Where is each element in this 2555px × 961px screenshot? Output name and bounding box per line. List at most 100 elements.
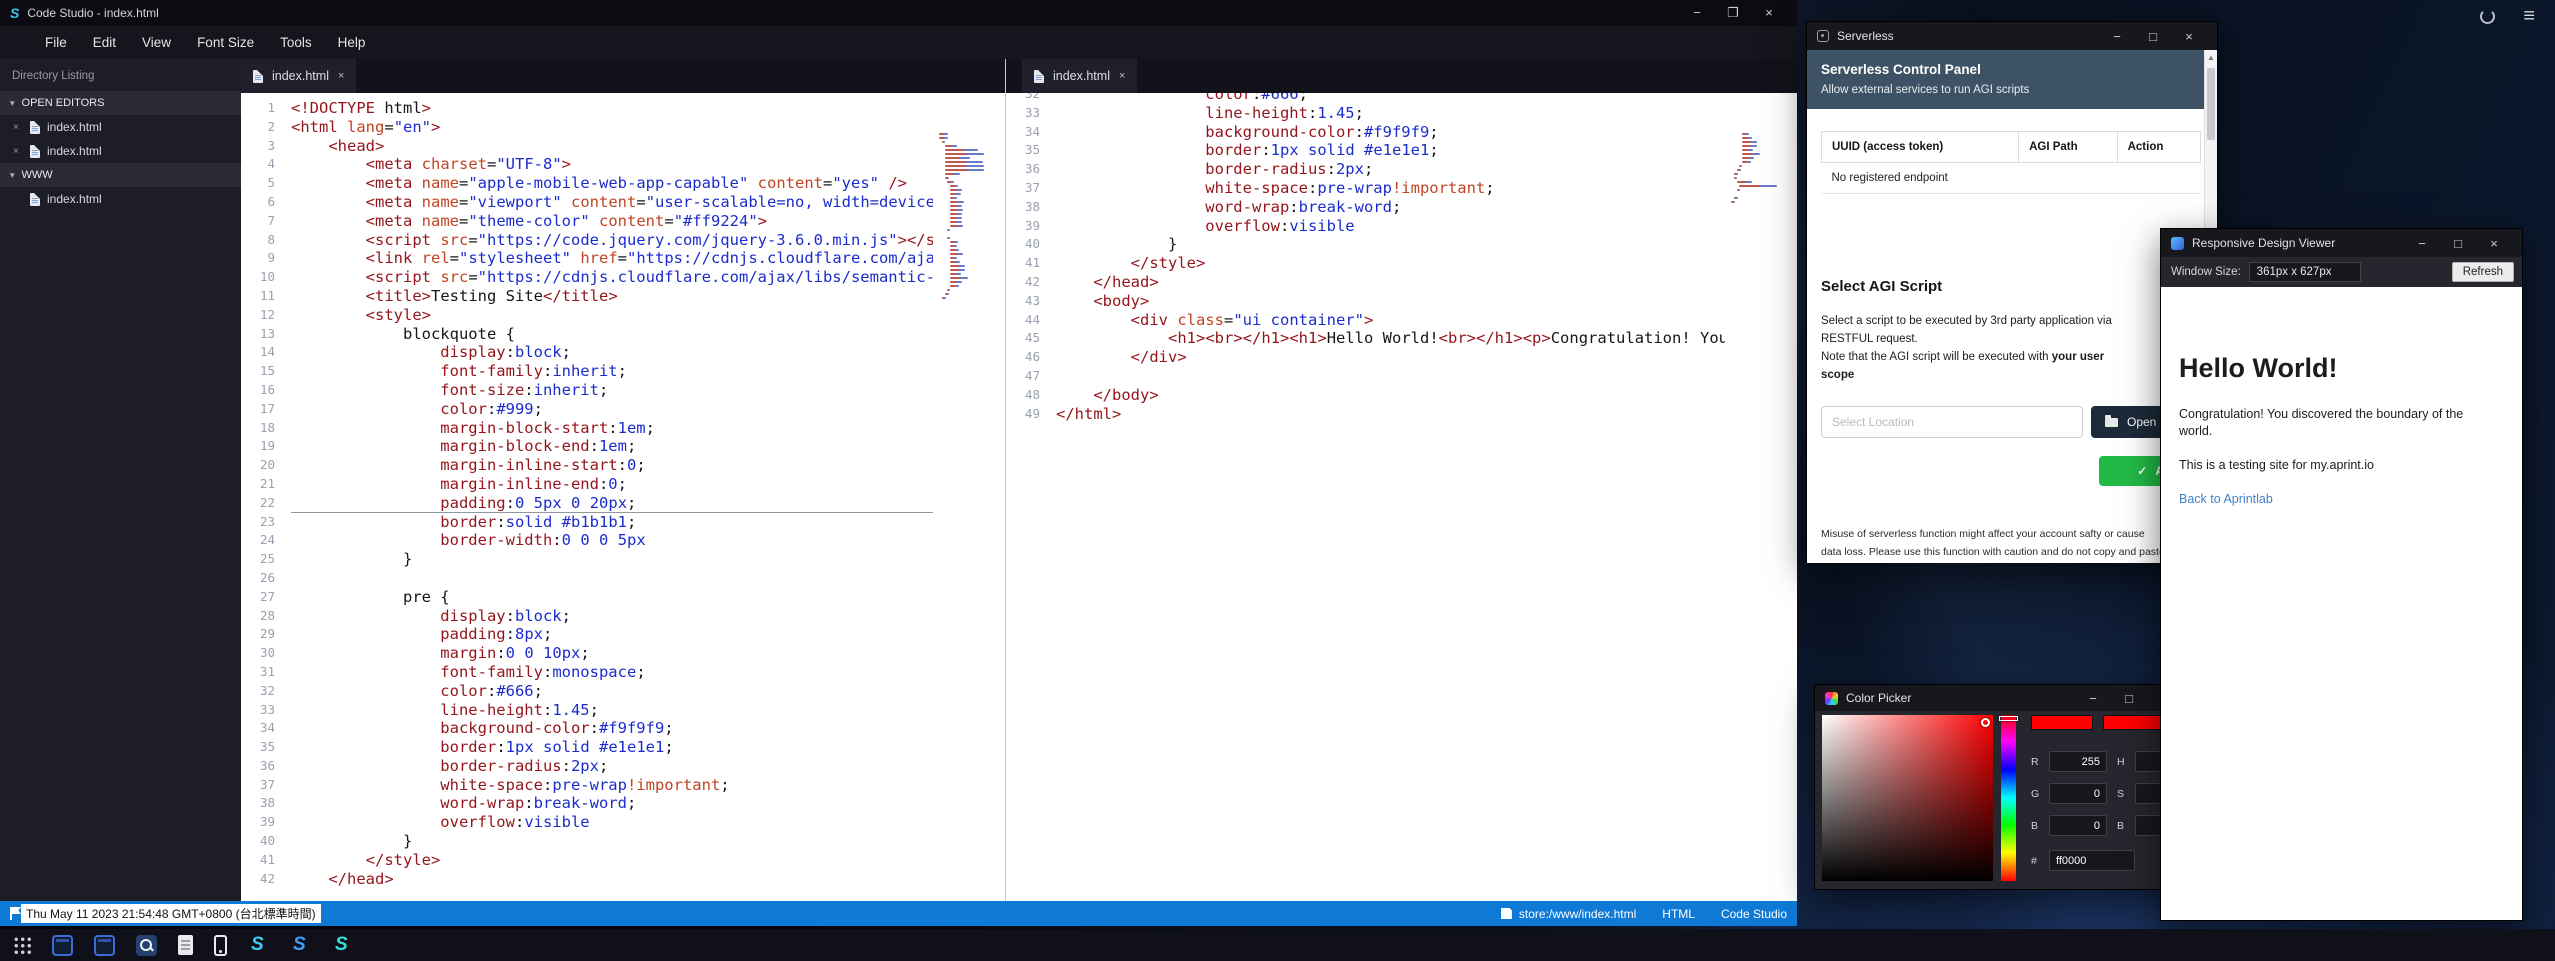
code-line-1[interactable]: 1<!DOCTYPE html> [241, 99, 1005, 118]
code-line-48[interactable]: 48 </body> [1006, 386, 1797, 405]
code-line-37[interactable]: 37 white-space:pre-wrap!important; [241, 776, 1005, 795]
scrollbar-thumb[interactable] [2207, 68, 2215, 140]
code-line-24[interactable]: 24 border-width:0 0 0 5px [241, 531, 1005, 550]
code-line-35[interactable]: 35 border:1px solid #e1e1e1; [241, 738, 1005, 757]
loading-spinner-icon[interactable] [2480, 9, 2495, 24]
taskbar-icon-text-document[interactable] [178, 935, 193, 955]
restore-button[interactable]: ❐ [1715, 5, 1751, 21]
code-line-22[interactable]: 22 padding:0 5px 0 20px; [241, 494, 1005, 513]
code-line-26[interactable]: 26 [241, 569, 1005, 588]
menu-item-help[interactable]: Help [325, 30, 379, 55]
sidebar-item-index.html[interactable]: ×index.html [0, 139, 241, 163]
code-line-39[interactable]: 39 overflow:visible [241, 813, 1005, 832]
taskbar-icon-code-studio-1[interactable] [248, 935, 269, 956]
menu-item-tools[interactable]: Tools [267, 30, 325, 55]
code-line-8[interactable]: 8 <script src="https://code.jquery.com/j… [241, 231, 1005, 250]
code-line-12[interactable]: 12 <style> [241, 306, 1005, 325]
minimize-button[interactable]: − [1679, 5, 1715, 21]
saturation-cursor[interactable] [1981, 718, 1990, 727]
code-line-49[interactable]: 49</html> [1006, 405, 1797, 424]
menu-item-file[interactable]: File [32, 30, 80, 55]
code-line-6[interactable]: 6 <meta name="viewport" content="user-sc… [241, 193, 1005, 212]
code-line-30[interactable]: 30 margin:0 0 10px; [241, 644, 1005, 663]
code-line-10[interactable]: 10 <script src="https://cdnjs.cloudflare… [241, 268, 1005, 287]
close-tab-icon[interactable]: × [1119, 70, 1125, 82]
scroll-up-icon[interactable]: ▲ [2205, 50, 2217, 62]
minimize-button[interactable]: − [2075, 691, 2111, 706]
menu-item-edit[interactable]: Edit [80, 30, 129, 55]
minimize-button[interactable]: − [2099, 29, 2135, 44]
minimize-button[interactable]: − [2404, 236, 2440, 251]
hue-handle[interactable] [1999, 716, 2018, 721]
close-tab-icon[interactable]: × [338, 70, 344, 82]
code-line-41[interactable]: 41 </style> [241, 851, 1005, 870]
code-line-44[interactable]: 44 <div class="ui container"> [1006, 311, 1797, 330]
code-line-29[interactable]: 29 padding:8px; [241, 625, 1005, 644]
code-line-38[interactable]: 38 word-wrap:break-word; [241, 794, 1005, 813]
green-input[interactable] [2049, 783, 2107, 804]
close-icon[interactable]: × [13, 146, 23, 157]
code-line-33[interactable]: 33 line-height:1.45; [1006, 104, 1797, 123]
code-line-3[interactable]: 3 <head> [241, 137, 1005, 156]
code-editor-1[interactable]: 1<!DOCTYPE html>2<html lang="en">3 <head… [241, 93, 1005, 901]
code-line-5[interactable]: 5 <meta name="apple-mobile-web-app-capab… [241, 174, 1005, 193]
code-line-41[interactable]: 41 </style> [1006, 254, 1797, 273]
code-line-7[interactable]: 7 <meta name="theme-color" content="#ff9… [241, 212, 1005, 231]
code-line-27[interactable]: 27 pre { [241, 588, 1005, 607]
language-mode[interactable]: HTML [1662, 907, 1695, 921]
taskbar-icon-code-studio-2[interactable] [290, 935, 311, 956]
close-button[interactable]: × [1751, 5, 1787, 21]
code-line-9[interactable]: 9 <link rel="stylesheet" href="https://c… [241, 249, 1005, 268]
code-line-16[interactable]: 16 font-size:inherit; [241, 381, 1005, 400]
red-input[interactable] [2049, 751, 2107, 772]
code-line-34[interactable]: 34 background-color:#f9f9f9; [241, 719, 1005, 738]
hex-input[interactable] [2049, 850, 2135, 871]
code-line-2[interactable]: 2<html lang="en"> [241, 118, 1005, 137]
window-size-input[interactable] [2249, 262, 2361, 282]
tab-indexhtml-1[interactable]: index.html × [241, 59, 356, 93]
sidebar-section-open-editors[interactable]: ▾OPEN EDITORS [0, 91, 241, 115]
agi-script-input[interactable] [1821, 406, 2083, 438]
code-line-43[interactable]: 43 <body> [1006, 292, 1797, 311]
code-line-38[interactable]: 38 word-wrap:break-word; [1006, 198, 1797, 217]
back-link[interactable]: Back to Aprintlab [2179, 492, 2504, 506]
code-line-40[interactable]: 40 } [241, 832, 1005, 851]
code-line-19[interactable]: 19 margin-block-end:1em; [241, 437, 1005, 456]
status-datetime[interactable]: Thu May 11 2023 21:54:48 GMT+0800 (台北標準時… [21, 904, 321, 923]
taskbar-icon-mobile-device[interactable] [214, 935, 227, 956]
code-line-42[interactable]: 42 </head> [1006, 273, 1797, 292]
code-line-34[interactable]: 34 background-color:#f9f9f9; [1006, 123, 1797, 142]
code-line-4[interactable]: 4 <meta charset="UTF-8"> [241, 155, 1005, 174]
code-line-15[interactable]: 15 font-family:inherit; [241, 362, 1005, 381]
maximize-button[interactable]: □ [2111, 691, 2147, 706]
menu-icon[interactable]: ≡ [2523, 8, 2535, 24]
menu-item-view[interactable]: View [129, 30, 184, 55]
code-line-39[interactable]: 39 overflow:visible [1006, 217, 1797, 236]
taskbar-icon-app-launcher[interactable] [13, 936, 31, 954]
saturation-area[interactable] [1822, 715, 1993, 881]
code-line-14[interactable]: 14 display:block; [241, 343, 1005, 362]
code-line-25[interactable]: 25 } [241, 550, 1005, 569]
code-line-32[interactable]: 32 color:#666; [1006, 93, 1797, 104]
code-line-45[interactable]: 45 <h1><br></h1><h1>Hello World!<br></h1… [1006, 329, 1797, 348]
code-line-36[interactable]: 36 border-radius:2px; [1006, 160, 1797, 179]
code-line-32[interactable]: 32 color:#666; [241, 682, 1005, 701]
code-line-23[interactable]: 23 border:solid #b1b1b1; [241, 513, 1005, 532]
tab-indexhtml-2[interactable]: index.html × [1022, 59, 1137, 93]
maximize-button[interactable]: □ [2440, 236, 2476, 251]
sidebar-item-index.html[interactable]: ×index.html [0, 115, 241, 139]
blue-input[interactable] [2049, 815, 2107, 836]
taskbar-icon-search[interactable] [136, 935, 157, 956]
hue-slider[interactable] [2001, 715, 2016, 881]
code-line-18[interactable]: 18 margin-block-start:1em; [241, 419, 1005, 438]
close-icon[interactable]: × [13, 122, 23, 133]
code-line-21[interactable]: 21 margin-inline-end:0; [241, 475, 1005, 494]
close-button[interactable]: × [2171, 29, 2207, 44]
close-button[interactable]: × [2476, 236, 2512, 251]
menu-item-font-size[interactable]: Font Size [184, 30, 267, 55]
sidebar-item-index.html[interactable]: ×index.html [0, 187, 241, 211]
minimap-1[interactable] [939, 133, 997, 301]
code-line-11[interactable]: 11 <title>Testing Site</title> [241, 287, 1005, 306]
code-line-40[interactable]: 40 } [1006, 235, 1797, 254]
sidebar-section-www[interactable]: ▾WWW [0, 163, 241, 187]
